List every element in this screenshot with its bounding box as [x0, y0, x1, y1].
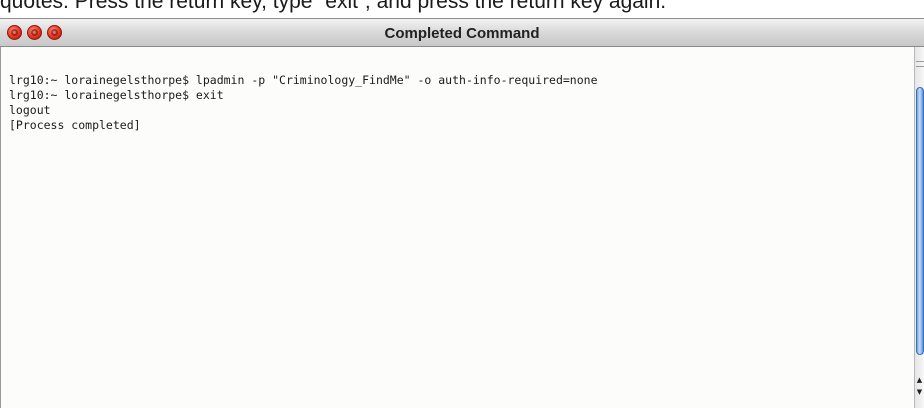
window-title: Completed Command [384, 25, 540, 42]
vertical-scrollbar[interactable]: ▲ ▼ [914, 47, 924, 408]
scroll-down-arrow-icon[interactable]: ▼ [915, 387, 924, 397]
terminal-output[interactable]: lrg10:~ lorainegelsthorpe$ lpadmin -p "C… [0, 47, 914, 408]
zoom-icon[interactable] [47, 25, 62, 40]
scroll-up-arrow-icon[interactable]: ▲ [915, 375, 924, 385]
minimize-icon[interactable] [27, 25, 42, 40]
terminal-line: lrg10:~ lorainegelsthorpe$ lpadmin -p "C… [9, 73, 598, 87]
instruction-caption: quotes. Press the return key, type “exit… [0, 0, 667, 13]
split-handle-icon[interactable] [916, 61, 924, 67]
window-titlebar[interactable]: Completed Command [0, 19, 924, 47]
terminal-line: lrg10:~ lorainegelsthorpe$ exit [9, 88, 224, 102]
close-icon[interactable] [7, 25, 22, 40]
terminal-line: logout [9, 103, 51, 117]
terminal-line: [Process completed] [9, 118, 141, 132]
terminal-window: Completed Command lrg10:~ lorainegelstho… [0, 18, 924, 408]
scroll-thumb[interactable] [916, 87, 924, 355]
